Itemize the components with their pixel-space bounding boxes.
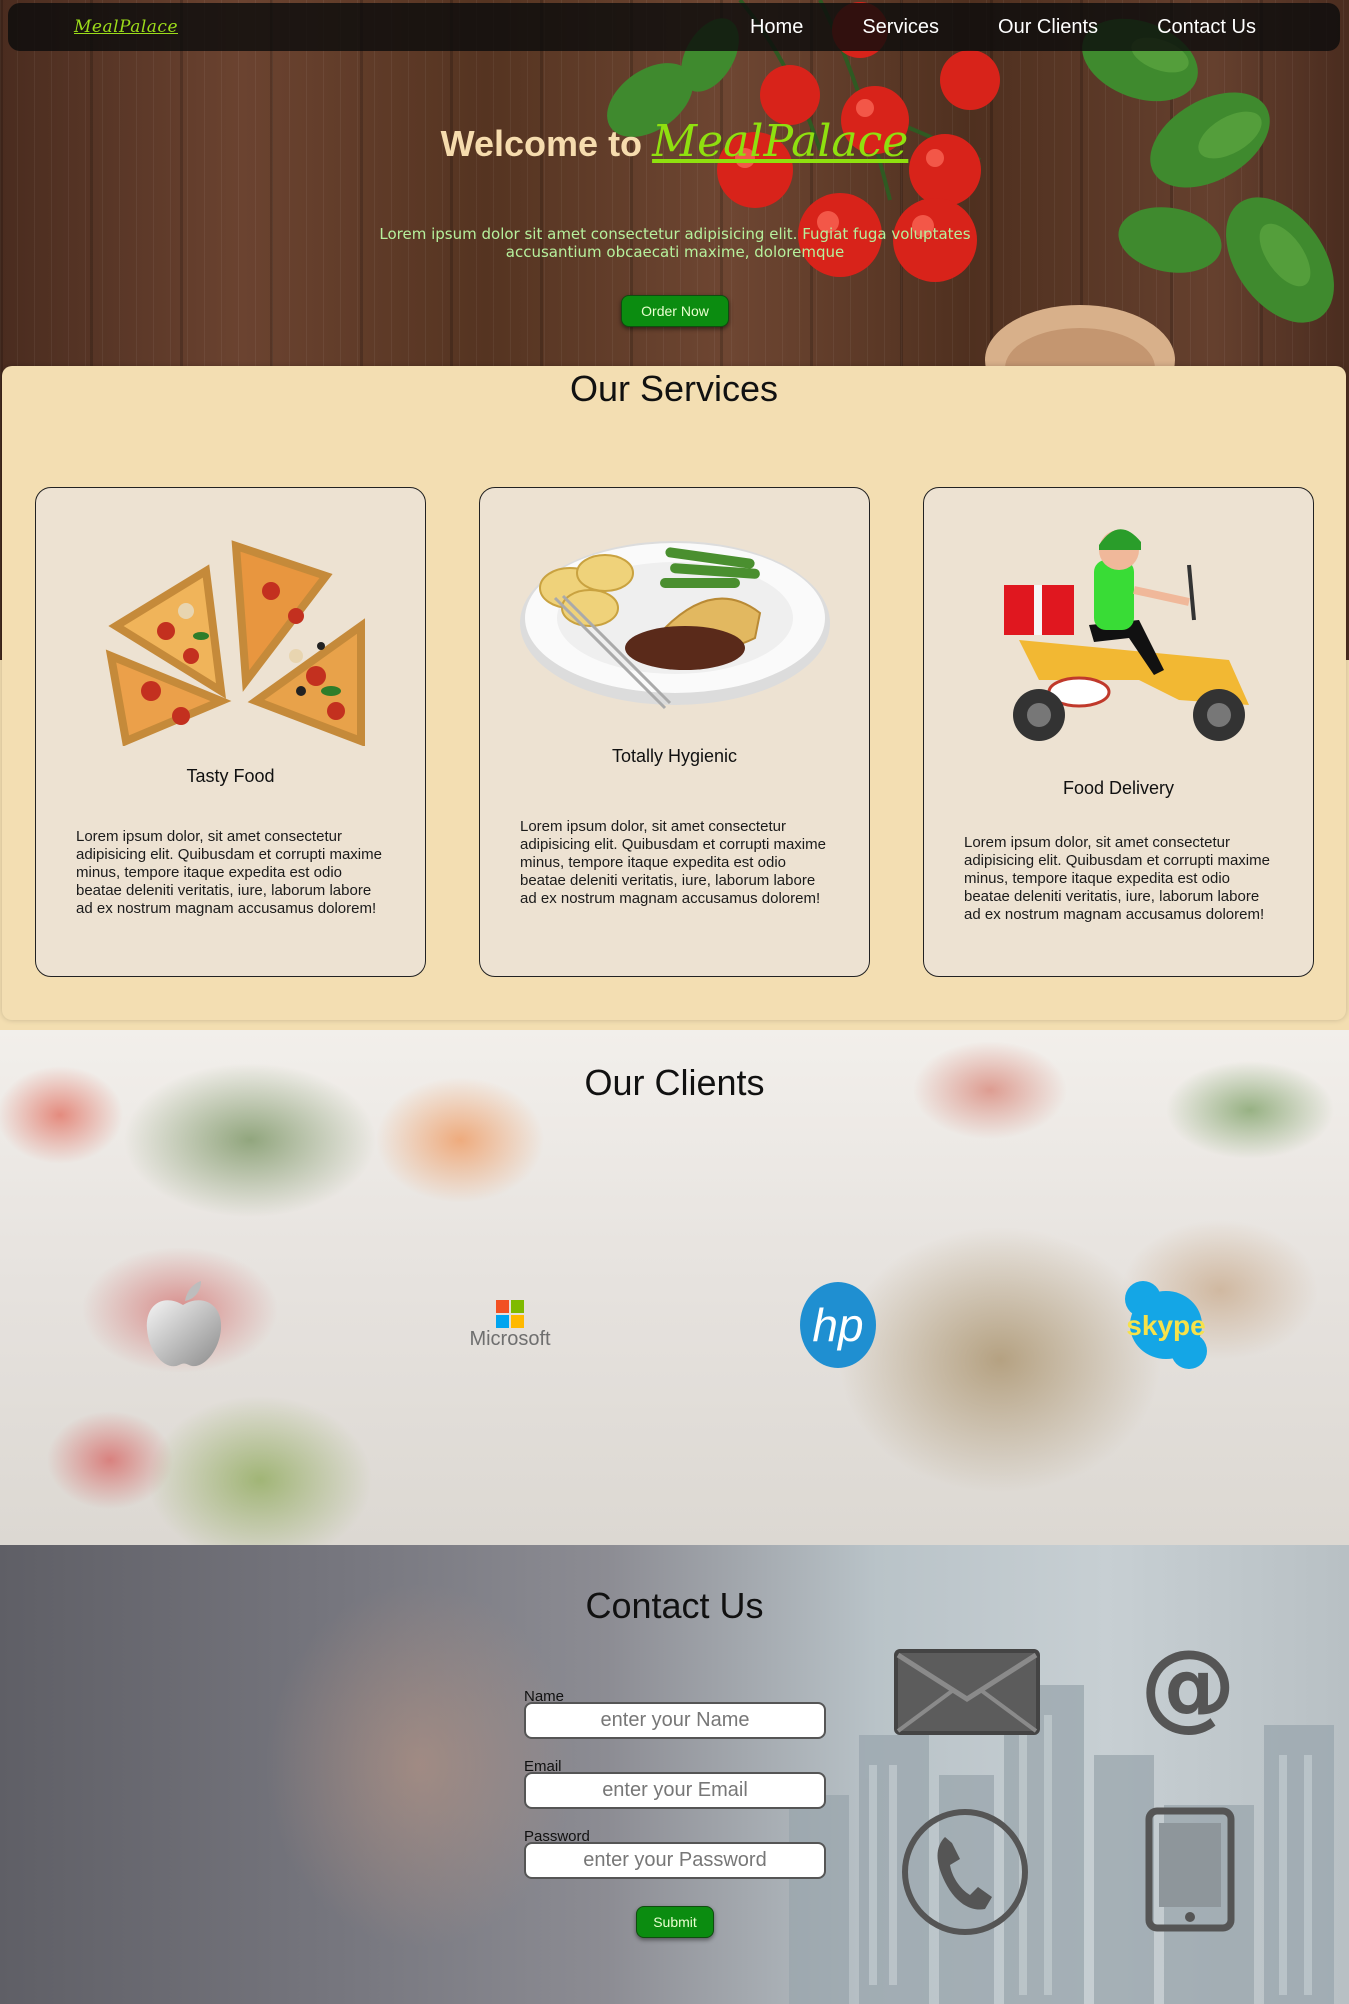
envelope-icon — [894, 1649, 1040, 1735]
skype-label: skype — [1126, 1310, 1205, 1341]
skype-logo: skype — [1096, 1275, 1236, 1375]
pizza-icon — [105, 540, 365, 746]
service-card-food-delivery: Food Delivery Lorem ipsum dolor, sit ame… — [923, 487, 1314, 977]
hero-title: Welcome to MealPalace — [0, 116, 1349, 167]
nav-links: Home Services Our Clients Contact Us — [750, 16, 1256, 39]
order-now-button[interactable]: Order Now — [621, 295, 729, 327]
hp-label: hp — [812, 1299, 863, 1351]
at-sign-icon: @ — [1140, 1640, 1236, 1736]
top-navbar: MealPalace Home Services Our Clients Con… — [8, 3, 1340, 51]
email-input[interactable]: enter your Email — [524, 1772, 826, 1809]
svg-text:@: @ — [1140, 1640, 1236, 1736]
clients-section: Our Clients Microsoft hp skype — [0, 1030, 1349, 1545]
service-card-tasty-food: Tasty Food Lorem ipsum dolor, sit amet c… — [35, 487, 426, 977]
password-input[interactable]: enter your Password — [524, 1842, 826, 1879]
clients-title: Our Clients — [584, 1062, 765, 1103]
hero-title-prefix: Welcome to — [440, 123, 653, 164]
apple-logo — [113, 1275, 253, 1375]
delivery-scooter-icon — [1003, 529, 1249, 741]
contact-title: Contact Us — [585, 1585, 764, 1626]
services-title: Our Services — [569, 368, 779, 409]
hp-logo: hp — [768, 1275, 908, 1375]
hero-brand-name: MealPalace — [652, 116, 909, 167]
tablet-icon — [1145, 1807, 1235, 1932]
service-card-text: Lorem ipsum dolor, sit amet consectetur … — [520, 818, 826, 907]
service-card-title: Food Delivery — [1062, 778, 1175, 798]
nav-link-home[interactable]: Home — [750, 16, 803, 39]
service-card-totally-hygienic: Totally Hygienic Lorem ipsum dolor, sit … — [479, 487, 870, 977]
name-input[interactable]: enter your Name — [524, 1702, 826, 1739]
services-section: Our Services Tasty Food Lorem ipsum dolo… — [2, 366, 1346, 1020]
microsoft-label: Microsoft — [469, 1327, 551, 1350]
nav-link-contact-us[interactable]: Contact Us — [1157, 16, 1256, 39]
service-card-text: Lorem ipsum dolor, sit amet consectetur … — [76, 828, 382, 917]
nav-link-services[interactable]: Services — [862, 16, 939, 39]
microsoft-logo: Microsoft — [440, 1275, 580, 1375]
meal-plate-icon — [519, 541, 830, 710]
hero-description: Lorem ipsum dolor sit amet consectetur a… — [379, 225, 971, 261]
phone-icon — [902, 1809, 1028, 1935]
contact-section: @ Contact Us Name enter your Name Email … — [0, 1545, 1349, 2004]
service-card-title: Tasty Food — [186, 766, 275, 786]
site-logo[interactable]: MealPalace — [74, 17, 178, 37]
service-card-text: Lorem ipsum dolor, sit amet consectetur … — [964, 834, 1270, 923]
submit-button[interactable]: Submit — [636, 1906, 714, 1938]
nav-link-our-clients[interactable]: Our Clients — [998, 16, 1098, 39]
service-card-title: Totally Hygienic — [611, 746, 738, 766]
